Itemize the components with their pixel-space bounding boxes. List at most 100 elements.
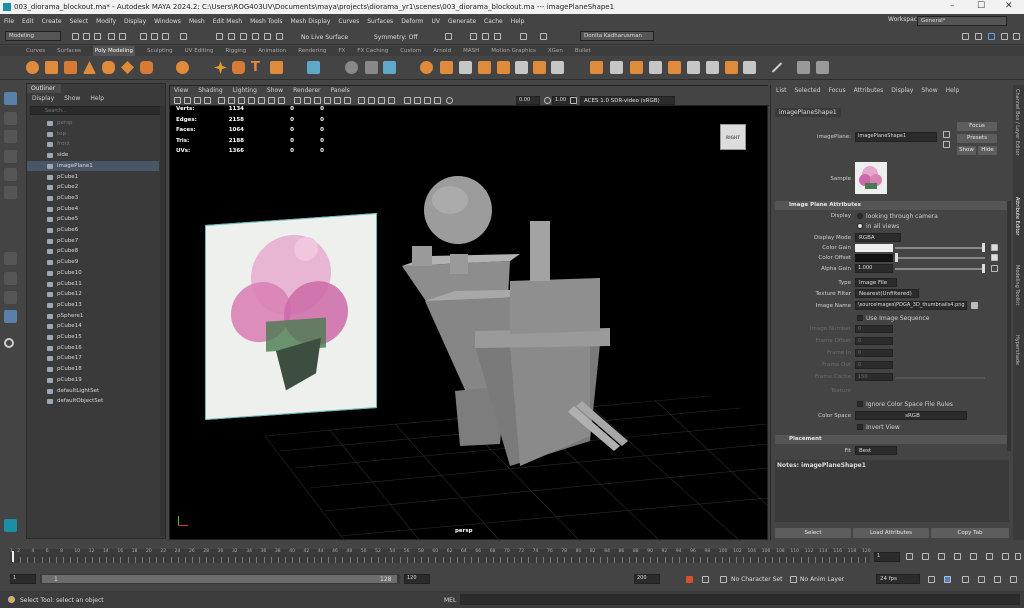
viewport-menu-view[interactable]: View bbox=[174, 86, 188, 95]
select-component-icon[interactable] bbox=[162, 33, 169, 40]
shelf-tab-poly-modeling[interactable]: Poly Modeling bbox=[92, 46, 135, 56]
input-connection-icon[interactable] bbox=[943, 131, 950, 138]
shelf-tab-surfaces[interactable]: Surfaces bbox=[57, 46, 81, 56]
menu-modify[interactable]: Modify bbox=[96, 18, 116, 25]
imageplane-node-field[interactable]: imagePlaneShape1 bbox=[855, 132, 937, 142]
snap-plane-icon[interactable] bbox=[276, 33, 283, 40]
offset-edge-loop-icon[interactable] bbox=[649, 61, 662, 74]
attribute-editor-toggle-icon[interactable] bbox=[988, 33, 995, 40]
menu-mesh-display[interactable]: Mesh Display bbox=[291, 18, 331, 25]
menu-windows[interactable]: Windows bbox=[154, 18, 181, 25]
mel-label[interactable]: MEL bbox=[444, 597, 456, 604]
combine-icon[interactable] bbox=[345, 61, 358, 74]
render-icon[interactable] bbox=[470, 33, 477, 40]
sculpt-tool-icon[interactable] bbox=[797, 61, 810, 74]
film-gate-icon[interactable] bbox=[228, 97, 235, 104]
menu-file[interactable]: File bbox=[4, 18, 14, 25]
current-time-indicator[interactable] bbox=[12, 551, 14, 562]
outliner-item[interactable]: defaultObjectSet bbox=[27, 396, 159, 407]
exposure-icon[interactable] bbox=[446, 97, 453, 104]
shelf-tab-xgen[interactable]: XGen bbox=[548, 46, 563, 56]
smooth-shade-icon[interactable] bbox=[304, 97, 311, 104]
gamma-icon[interactable] bbox=[544, 97, 551, 104]
snap-point-icon[interactable] bbox=[240, 33, 247, 40]
viewport-menu-show[interactable]: Show bbox=[267, 86, 283, 95]
viewport-panel[interactable]: View Shading Lighting Show Renderer Panels 0.… bbox=[169, 85, 769, 541]
display-all-views-radio[interactable] bbox=[857, 223, 863, 229]
viewport-menu-lighting[interactable]: Lighting bbox=[233, 86, 257, 95]
outliner-item[interactable]: pCube14 bbox=[27, 321, 159, 332]
multi-cut-icon[interactable] bbox=[551, 61, 564, 74]
color-space-dropdown[interactable]: ACES 1.0 SDR-video (sRGB) bbox=[580, 96, 675, 105]
append-icon[interactable] bbox=[515, 61, 528, 74]
cache-playback-icon[interactable] bbox=[944, 576, 951, 583]
menu-curves[interactable]: Curves bbox=[338, 18, 359, 25]
outliner-item[interactable]: pCube17 bbox=[27, 353, 159, 364]
mask-icon[interactable] bbox=[180, 33, 187, 40]
shelf-tab-mash[interactable]: MASH bbox=[463, 46, 479, 56]
outliner-search-input[interactable]: Search... bbox=[30, 106, 162, 115]
menu-mesh-tools[interactable]: Mesh Tools bbox=[250, 18, 282, 25]
render-settings-icon[interactable] bbox=[494, 33, 501, 40]
display-mode-dropdown[interactable]: RGBA bbox=[855, 233, 901, 242]
menu-deform[interactable]: Deform bbox=[401, 18, 423, 25]
uv-editor-icon[interactable] bbox=[725, 61, 738, 74]
go-to-end-icon[interactable] bbox=[1015, 553, 1021, 560]
color-offset-swatch[interactable] bbox=[855, 254, 893, 262]
field-chart-icon[interactable] bbox=[258, 97, 265, 104]
step-back-frame-icon[interactable] bbox=[938, 553, 945, 560]
target-weld-icon[interactable] bbox=[590, 61, 603, 74]
image-plane-icon[interactable] bbox=[204, 97, 211, 104]
outliner-item[interactable]: top bbox=[27, 129, 159, 140]
color-offset-map-icon[interactable] bbox=[991, 254, 998, 261]
outliner-item[interactable]: pCube8 bbox=[27, 246, 159, 257]
bookmark-timeline-icon[interactable] bbox=[994, 576, 1001, 583]
smooth-icon[interactable] bbox=[383, 61, 396, 74]
outliner-item[interactable]: defaultLightSet bbox=[27, 386, 159, 397]
focus-button[interactable]: Focus bbox=[957, 122, 997, 131]
poly-helix-icon[interactable] bbox=[232, 61, 245, 74]
invert-view-checkbox[interactable] bbox=[857, 424, 863, 430]
shelf-tab-sculpting[interactable]: Sculpting bbox=[147, 46, 173, 56]
attribute-editor-scrollbar[interactable] bbox=[1007, 201, 1011, 451]
alpha-gain-slider-handle[interactable] bbox=[982, 264, 985, 273]
poly-cylinder-icon[interactable] bbox=[64, 61, 77, 74]
snap-view-icon[interactable] bbox=[252, 33, 259, 40]
shelf-tab-bullet[interactable]: Bullet bbox=[575, 46, 591, 56]
outliner-item[interactable]: pCube5 bbox=[27, 214, 159, 225]
ae-menu-help[interactable]: Help bbox=[946, 86, 960, 96]
bevel-icon[interactable] bbox=[497, 61, 510, 74]
move-tool-icon[interactable] bbox=[4, 150, 17, 163]
wireframe-on-shaded-icon[interactable] bbox=[314, 97, 321, 104]
layout-icon[interactable] bbox=[962, 33, 969, 40]
type-tool-icon[interactable]: T bbox=[251, 61, 264, 74]
insert-edge-loop-icon[interactable] bbox=[630, 61, 643, 74]
outliner-item[interactable]: pCube16 bbox=[27, 343, 159, 354]
poly-disc-icon[interactable] bbox=[140, 61, 153, 74]
xray-icon[interactable] bbox=[368, 97, 375, 104]
alpha-gain-field[interactable]: 1.000 bbox=[855, 264, 893, 273]
isolate-select-icon[interactable] bbox=[358, 97, 365, 104]
current-frame-field[interactable]: 1 bbox=[874, 552, 900, 562]
hide-button[interactable]: Hide bbox=[978, 146, 997, 155]
menu-create[interactable]: Create bbox=[42, 18, 62, 25]
poly-cube-icon[interactable] bbox=[45, 61, 58, 74]
select-tool-icon[interactable] bbox=[4, 92, 17, 105]
lasso-tool-icon[interactable] bbox=[4, 112, 17, 125]
snap-surface-icon[interactable] bbox=[264, 33, 271, 40]
grab-tool-icon[interactable] bbox=[816, 61, 829, 74]
ignore-color-space-checkbox[interactable] bbox=[857, 401, 863, 407]
image-name-field[interactable]: \sourceimages\PDGA_3D_thumbnails4.png bbox=[855, 301, 967, 310]
safe-action-icon[interactable] bbox=[268, 97, 275, 104]
ae-menu-list[interactable]: List bbox=[776, 86, 787, 96]
search-icon[interactable] bbox=[4, 338, 14, 348]
loop-icon[interactable] bbox=[928, 576, 935, 583]
close-button[interactable]: ✕ bbox=[1005, 1, 1013, 11]
shelf-tab-custom[interactable]: Custom bbox=[400, 46, 421, 56]
side-tab-attribute-editor[interactable]: Attribute Editor bbox=[1014, 197, 1020, 235]
audio-toggle-icon[interactable] bbox=[978, 576, 985, 583]
presets-button[interactable]: Presets bbox=[957, 134, 997, 143]
outliner-menu-show[interactable]: Show bbox=[64, 94, 80, 104]
notes-area[interactable]: Notes: imagePlaneShape1 bbox=[775, 460, 1009, 522]
view-cube[interactable]: RIGHT bbox=[720, 124, 746, 150]
